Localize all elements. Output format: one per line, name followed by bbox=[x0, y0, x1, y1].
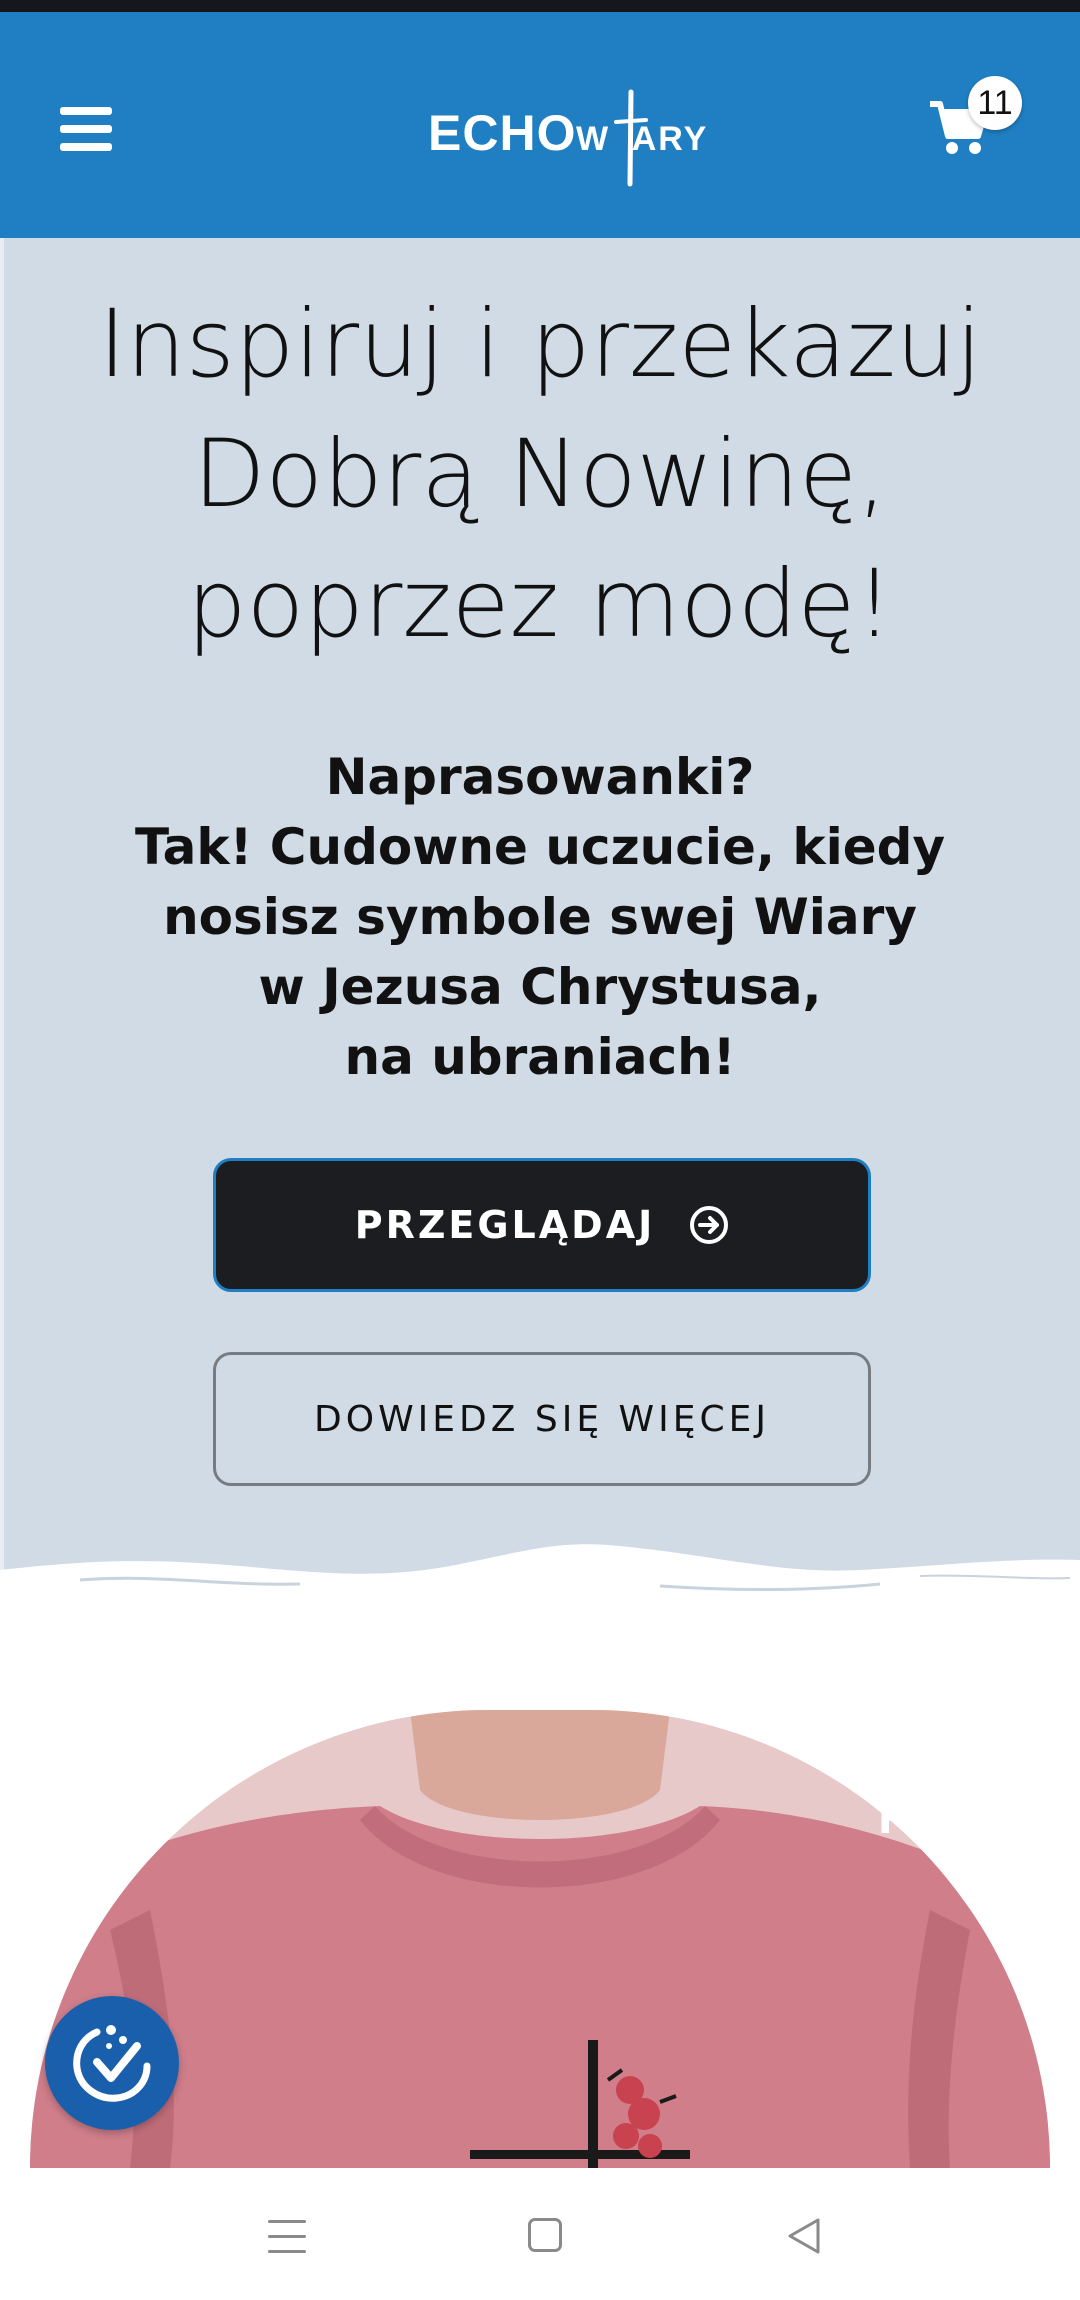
learn-more-button[interactable]: DOWIEDZ SIĘ WIĘCEJ bbox=[213, 1352, 871, 1486]
hero-subtitle-line: w Jezusa Chrystusa, bbox=[258, 958, 822, 1016]
hero-subtitle-line: na ubraniach! bbox=[344, 1028, 736, 1086]
hero-title: Inspiruj i przekazuj Dobrą Nowinę, poprz… bbox=[40, 280, 1040, 670]
hero-subtitle-line: Tak! Cudowne uczucie, kiedy bbox=[134, 818, 946, 876]
hero-subtitle: Naprasowanki? Tak! Cudowne uczucie, kied… bbox=[90, 742, 990, 1092]
system-navigation-bar bbox=[0, 2168, 1080, 2300]
back-icon[interactable] bbox=[786, 2216, 822, 2256]
recent-apps-button[interactable] bbox=[268, 2220, 308, 2254]
wave-divider bbox=[0, 1544, 1080, 1640]
product-image[interactable] bbox=[30, 1710, 1050, 2168]
hero-title-line: Inspiruj i przekazuj bbox=[98, 290, 982, 399]
logo-echo-text: ECHO bbox=[428, 105, 577, 161]
status-bar bbox=[0, 0, 1080, 12]
hero-title-line: poprzez modę! bbox=[186, 550, 894, 659]
cart-count-badge: 11 bbox=[968, 76, 1022, 130]
product-overlay-text: P bbox=[878, 1787, 913, 1845]
sweatshirt-illustration bbox=[30, 1710, 1050, 2168]
menu-button[interactable] bbox=[60, 107, 112, 151]
hero-title-line: Dobrą Nowinę, bbox=[193, 420, 887, 529]
learn-more-button-label: DOWIEDZ SIĘ WIĘCEJ bbox=[314, 1398, 770, 1440]
home-button[interactable] bbox=[528, 2218, 562, 2252]
browse-button-label: PRZEGLĄDAJ bbox=[354, 1203, 656, 1247]
hero-subtitle-line: nosisz symbole swej Wiary bbox=[163, 888, 917, 946]
cross-icon bbox=[614, 89, 648, 187]
site-logo[interactable]: ECHO W ARY bbox=[428, 74, 708, 187]
arrow-right-circle-icon bbox=[690, 1206, 729, 1244]
accessibility-button[interactable] bbox=[45, 1996, 179, 2130]
site-header: ECHO W ARY 11 bbox=[0, 12, 1080, 238]
hero-subtitle-line: Naprasowanki? bbox=[325, 748, 755, 806]
browse-button[interactable]: PRZEGLĄDAJ bbox=[213, 1158, 871, 1292]
accessibility-icon bbox=[73, 2025, 151, 2102]
